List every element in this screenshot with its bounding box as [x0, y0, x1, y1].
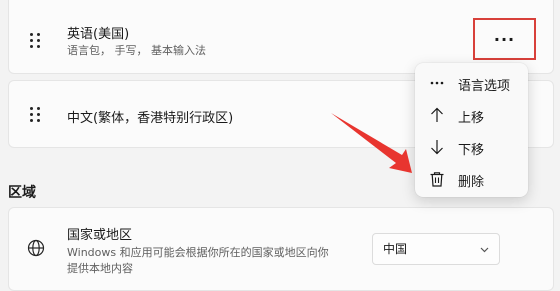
menu-item-language-options[interactable]: 语言选项 [419, 69, 524, 97]
arrow-up-icon [431, 107, 443, 122]
language-features: 语言包， 手写， 基本输入法 [67, 44, 206, 57]
globe-icon [27, 239, 45, 257]
language-name: 英语(美国) [67, 27, 130, 42]
more-icon [430, 81, 444, 85]
country-region-description-line1: Windows 和应用可能会根据你所在的国家或地区向你 [67, 246, 329, 259]
drag-handle-icon[interactable] [30, 107, 42, 123]
menu-item-label: 上移 [458, 111, 485, 126]
country-region-select[interactable]: 中国 [372, 233, 500, 265]
country-region-description-line2: 提供本地内容 [67, 262, 133, 275]
menu-item-move-down[interactable]: 下移 [419, 133, 524, 161]
language-context-menu: 语言选项 上移 下移 删除 [415, 63, 528, 197]
country-region-title: 国家或地区 [67, 228, 133, 243]
menu-item-label: 语言选项 [458, 79, 511, 94]
section-title-region: 区域 [8, 185, 36, 201]
drag-handle-icon[interactable] [30, 33, 42, 49]
country-region-selected-value: 中国 [383, 242, 408, 256]
more-options-button[interactable]: ··· [473, 18, 536, 60]
chevron-down-icon [480, 247, 489, 253]
menu-item-delete[interactable]: 删除 [419, 165, 524, 193]
menu-item-move-up[interactable]: 上移 [419, 101, 524, 129]
trash-icon [430, 172, 444, 187]
menu-item-label: 下移 [458, 143, 485, 158]
menu-item-label: 删除 [458, 175, 485, 190]
more-icon: ··· [493, 29, 516, 49]
language-name: 中文(繁体，香港特别行政区) [67, 111, 234, 126]
arrow-down-icon [431, 140, 443, 155]
